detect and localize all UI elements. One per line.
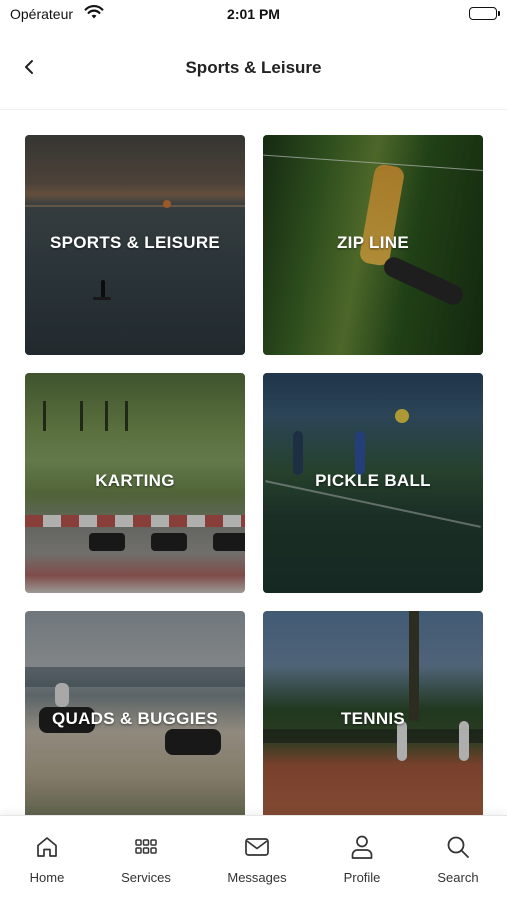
bottom-tab-bar: Home Services Messages Profile Search <box>0 815 507 900</box>
tile-quads-buggies[interactable]: QUADS & BUGGIES <box>25 611 245 831</box>
tab-label: Messages <box>227 870 287 885</box>
home-icon <box>2 832 92 862</box>
tab-profile[interactable]: Profile <box>317 832 407 885</box>
tab-label: Home <box>29 870 65 885</box>
tile-zip-line[interactable]: ZIP LINE <box>263 135 483 355</box>
tile-pickle-ball[interactable]: PICKLE BALL <box>263 373 483 593</box>
tab-messages[interactable]: Messages <box>212 832 302 885</box>
navigation-header: Sports & Leisure <box>0 30 507 110</box>
tab-label: Services <box>121 870 171 885</box>
grid-icon <box>101 832 191 862</box>
tab-search[interactable]: Search <box>413 832 503 885</box>
battery-icon <box>469 7 500 20</box>
tile-label: QUADS & BUGGIES <box>51 709 219 728</box>
tile-tennis[interactable]: TENNIS <box>263 611 483 831</box>
envelope-icon <box>212 832 302 862</box>
tile-label: KARTING <box>95 471 175 490</box>
tile-label: ZIP LINE <box>337 233 409 252</box>
page-title: Sports & Leisure <box>185 58 322 77</box>
tab-home[interactable]: Home <box>2 832 92 885</box>
person-icon <box>317 832 407 862</box>
tab-label: Search <box>437 870 479 885</box>
status-bar: Opérateur 2:01 PM <box>0 0 507 28</box>
tab-services[interactable]: Services <box>101 832 191 885</box>
status-time: 2:01 PM <box>227 6 280 22</box>
tile-label: PICKLE BALL <box>315 471 431 490</box>
tile-label: SPORTS & LEISURE <box>49 233 221 252</box>
search-icon <box>413 832 503 862</box>
tile-label: TENNIS <box>340 709 406 728</box>
tile-karting[interactable]: KARTING <box>25 373 245 593</box>
tile-sports-leisure[interactable]: SPORTS & LEISURE <box>25 135 245 355</box>
tab-label: Profile <box>343 870 381 885</box>
